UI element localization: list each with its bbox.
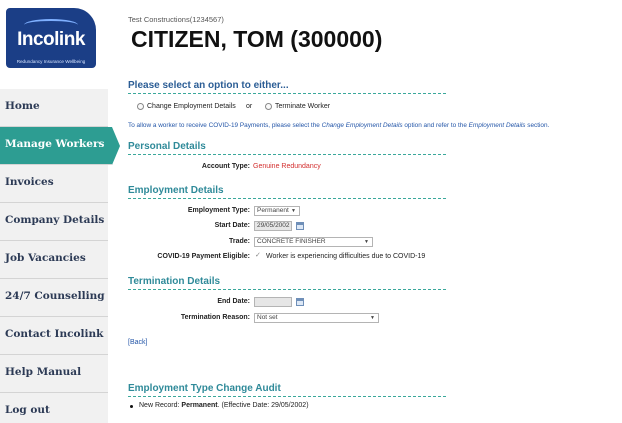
terminate-worker-label[interactable]: Terminate Worker [275, 103, 330, 110]
sidebar-item-label: Manage Workers [5, 138, 105, 150]
termination-reason-label: Termination Reason: [180, 314, 250, 321]
sidebar-item-label: Company Details [5, 214, 105, 226]
audit-heading: Employment Type Change Audit [128, 383, 446, 397]
page-title: CITIZEN, TOM (300000) [131, 26, 383, 52]
account-type-label: Account Type: [201, 163, 250, 170]
change-employment-radio[interactable] [137, 103, 144, 110]
sidebar-item-label: Help Manual [5, 366, 82, 378]
sidebar-item-home[interactable]: Home [0, 89, 108, 127]
sidebar-item-label: Job Vacancies [5, 252, 86, 264]
logo-tagline: Redundancy Insurance Wellbeing [16, 59, 86, 64]
sidebar-item-job-vacancies[interactable]: Job Vacancies [0, 241, 108, 279]
sidebar-item-manage-workers[interactable]: Manage Workers [0, 127, 120, 165]
employment-type-select[interactable]: Permanent ▼ [254, 206, 300, 216]
incolink-logo[interactable]: Incolink Redundancy Insurance Wellbeing [6, 8, 96, 68]
audit-record: New Record: Permanent. (Effective Date: … [139, 402, 309, 409]
chevron-down-icon: ▼ [364, 239, 369, 245]
sidebar-item-log-out[interactable]: Log out [0, 393, 108, 423]
or-text: or [246, 103, 253, 110]
start-date-label: Start Date: [214, 222, 250, 229]
sidebar-item-label: 24/7 Counselling [5, 290, 105, 302]
main-content: Test Constructions(1234567) CITIZEN, TOM… [128, 0, 618, 423]
sidebar-item-help-manual[interactable]: Help Manual [0, 355, 108, 393]
covid-info-text: To allow a worker to receive COVID-19 Pa… [128, 122, 550, 129]
sidebar-item-label: Contact Incolink [5, 328, 104, 340]
sidebar-item-company-details[interactable]: Company Details [0, 203, 108, 241]
sidebar-item-contact[interactable]: Contact Incolink [0, 317, 108, 355]
covid-eligible-label: COVID-19 Payment Eligible: [157, 253, 250, 260]
trade-label: Trade: [228, 238, 250, 245]
employment-type-label: Employment Type: [187, 207, 250, 214]
sidebar: Incolink Redundancy Insurance Wellbeing … [0, 0, 120, 423]
trade-select[interactable]: CONCRETE FINISHER ▼ [254, 237, 373, 247]
covid-eligible-checkbox[interactable]: ✓ [255, 251, 261, 259]
company-name: Test Constructions(1234567) [128, 15, 224, 24]
employment-details-heading: Employment Details [128, 185, 446, 199]
sidebar-item-counselling[interactable]: 24/7 Counselling [0, 279, 108, 317]
sidebar-item-invoices[interactable]: Invoices [0, 165, 108, 203]
end-date-label: End Date: [217, 298, 250, 305]
covid-eligible-text: Worker is experiencing difficulties due … [266, 253, 426, 260]
logo-text: Incolink [17, 29, 85, 50]
end-date-field[interactable] [254, 297, 292, 307]
list-bullet [130, 405, 133, 408]
start-date-field[interactable]: 29/05/2002 [254, 221, 292, 231]
change-employment-label[interactable]: Change Employment Details [147, 103, 236, 110]
sidebar-item-label: Log out [5, 404, 50, 416]
terminate-worker-radio[interactable] [265, 103, 272, 110]
calendar-icon[interactable] [296, 298, 304, 306]
personal-details-heading: Personal Details [128, 141, 446, 155]
account-type-value: Genuine Redundancy [253, 163, 321, 170]
chevron-down-icon: ▼ [370, 315, 375, 321]
termination-reason-select[interactable]: Not set ▼ [254, 313, 379, 323]
termination-details-heading: Termination Details [128, 276, 446, 290]
options-heading: Please select an option to either... [128, 80, 446, 94]
sidebar-item-label: Invoices [5, 176, 54, 188]
back-link[interactable]: [Back] [128, 339, 147, 346]
calendar-icon[interactable] [296, 222, 304, 230]
chevron-down-icon: ▼ [291, 208, 296, 214]
sidebar-item-label: Home [5, 100, 40, 112]
